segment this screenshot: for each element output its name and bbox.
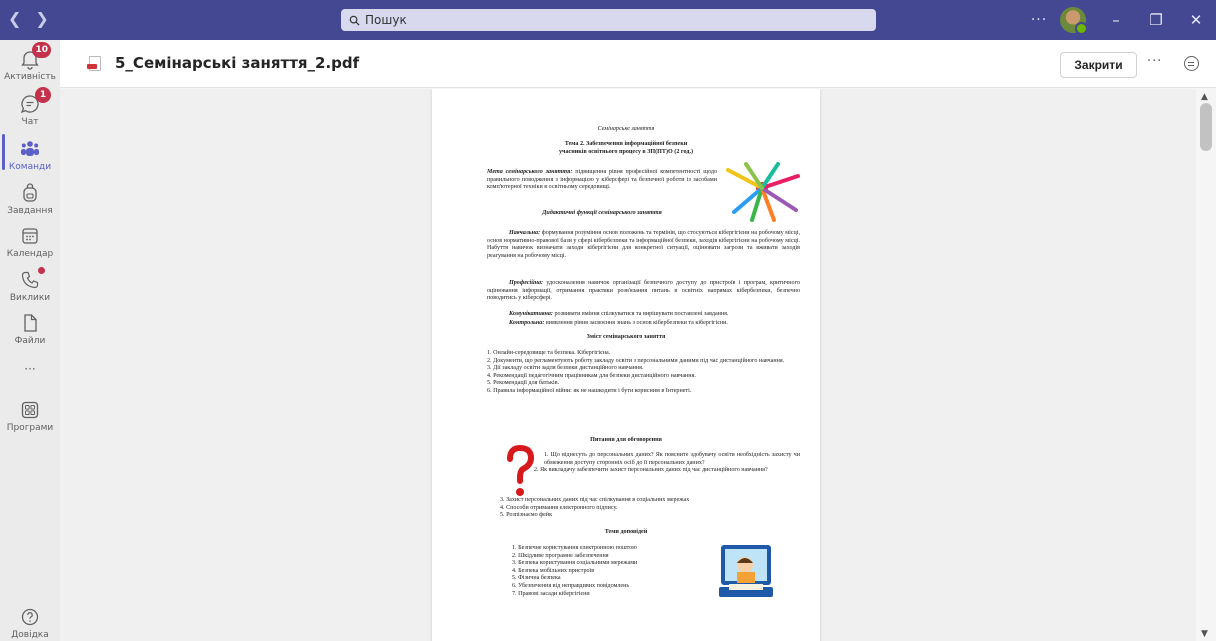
title-bar: ❮ ❯ Пошук ··· – ❐ ✕ — [0, 0, 1216, 40]
colorful-arrows-image — [726, 162, 800, 222]
questions-list: 1. Що віднесуть до персональних даних? Я… — [530, 452, 800, 475]
goal-paragraph: Мета семінарського заняття: підвищення р… — [487, 169, 717, 192]
list-item: 1. Що віднесуть до персональних даних? Я… — [544, 452, 800, 466]
rail-item-help[interactable]: Довідка — [0, 606, 60, 640]
function-text: розвивати вміння спілкуватися та вирішув… — [552, 311, 729, 317]
list-item: 7. Правові засади кібергігієни — [512, 590, 590, 597]
bell-icon: 10 — [19, 42, 51, 70]
function-label: Навчальна: — [509, 230, 541, 236]
rail-label: Активність — [4, 72, 56, 82]
rail-item-chat[interactable]: 1 Чат — [0, 87, 60, 127]
function-label: Контрольна: — [509, 320, 545, 326]
pdf-page: Семінарське заняття Тема 2. Забезпечення… — [432, 89, 820, 641]
page-title-line2: учасників освітнього процесу в ЗП(ПТ)О (… — [558, 149, 694, 155]
function-label: Комунікативна: — [509, 311, 553, 317]
function-educational: Навчальна: формування розуміння основ по… — [487, 230, 800, 260]
list-item: 5. Розпізнаємо фейк — [500, 512, 553, 519]
apps-icon — [19, 399, 41, 421]
rail-item-calendar[interactable]: Календар — [0, 225, 60, 259]
back-arrow-icon[interactable]: ❮ — [8, 9, 21, 28]
maximize-button[interactable]: ❐ — [1136, 0, 1176, 40]
function-communicative: Комунікативна: розвивати вміння спілкува… — [487, 311, 800, 319]
search-input[interactable]: Пошук — [341, 9, 876, 31]
settings-more-button[interactable]: ··· — [1022, 12, 1056, 28]
calls-indicator — [38, 267, 45, 274]
list-item: 2. Шкідливе програмне забезпечення — [512, 552, 609, 559]
pdf-file-icon — [87, 56, 101, 71]
list-item: 5. Рекомендації для батьків. — [487, 380, 560, 387]
calendar-icon — [19, 225, 41, 247]
list-item: 5. Фізична безпека — [512, 575, 561, 582]
student-at-computer-image — [719, 545, 773, 597]
file-header: 5_Семінарські заняття_2.pdf Закрити ··· — [60, 40, 1216, 88]
questions-heading: Питання для обговорення — [590, 437, 662, 443]
pdf-viewer[interactable]: Семінарське заняття Тема 2. Забезпечення… — [60, 89, 1196, 641]
page-kicker: Семінарське заняття — [597, 126, 655, 132]
rail-label: Календар — [6, 249, 54, 259]
document-scrollbar[interactable]: ▲ ▼ — [1196, 89, 1216, 641]
list-item: 2. Як викладачу забезпечити захист персо… — [534, 467, 768, 474]
rail-item-apps[interactable]: Програми — [0, 399, 60, 433]
reports-heading: Теми доповідей — [604, 529, 648, 535]
content-list: 1. Онлайн-середовище та безпека. Кібергі… — [487, 350, 800, 396]
reports-list: 1. Безпечне користування електронною пош… — [512, 545, 712, 598]
rail-item-activity[interactable]: 10 Активність — [0, 42, 60, 82]
more-options-button[interactable]: ··· — [1147, 54, 1162, 69]
function-professional: Професійна: удосконалення навичок органі… — [487, 280, 800, 303]
list-item: 1. Онлайн-середовище та безпека. Кібергі… — [487, 350, 611, 356]
search-placeholder: Пошук — [365, 13, 407, 27]
rail-label: Завдання — [7, 206, 53, 216]
scroll-up-icon[interactable]: ▲ — [1201, 92, 1208, 102]
file-icon — [19, 312, 41, 334]
conversation-icon[interactable] — [1184, 56, 1199, 71]
phone-icon — [19, 267, 45, 291]
activity-badge: 10 — [32, 42, 51, 58]
close-file-button[interactable]: Закрити — [1060, 52, 1137, 78]
goal-label: Мета семінарського заняття: — [487, 169, 573, 175]
rail-item-assignments[interactable]: Завдання — [0, 182, 60, 216]
functions-heading: Дидактичні функції семінарського заняття — [542, 210, 662, 216]
rail-label: Команди — [8, 162, 52, 172]
scroll-down-icon[interactable]: ▼ — [1201, 629, 1208, 639]
questions-list-continued: 3. Захист персональних даних під час спі… — [500, 497, 800, 520]
list-item: 6. Убезпечення від неправдивих повідомле… — [512, 582, 630, 589]
list-item: 1. Безпечне користування електронною пош… — [512, 545, 637, 551]
function-control: Контрольна: виявлення рівня засвоєння зн… — [487, 320, 800, 328]
rail-more-button[interactable]: ··· — [0, 362, 60, 376]
scroll-thumb[interactable] — [1200, 103, 1212, 151]
function-text: виявлення рівня засвоєння знань з основ … — [544, 320, 728, 326]
rail-label: Програми — [6, 423, 54, 433]
forward-arrow-icon[interactable]: ❯ — [35, 9, 48, 28]
page-title-line1: Тема 2. Забезпечення інформаційної безпе… — [564, 141, 688, 147]
backpack-icon — [19, 182, 41, 204]
help-icon — [19, 606, 41, 628]
search-icon — [349, 15, 360, 26]
rail-label: Довідка — [11, 630, 49, 640]
rail-item-files[interactable]: Файли — [0, 312, 60, 346]
rail-label: Файли — [14, 336, 46, 346]
chat-icon: 1 — [19, 87, 51, 115]
avatar[interactable] — [1060, 7, 1088, 35]
file-title: 5_Семінарські заняття_2.pdf — [115, 54, 360, 72]
content-heading: Зміст семінарського заняття — [586, 334, 666, 340]
function-label: Професійна: — [509, 280, 544, 286]
rail-label: Чат — [21, 117, 39, 127]
history-nav: ❮ ❯ — [8, 9, 49, 28]
rail-label: Виклики — [9, 293, 51, 303]
app-rail: 10 Активність 1 Чат Команди Завдання Кал… — [0, 40, 60, 641]
teams-icon — [19, 138, 41, 160]
chat-badge: 1 — [35, 87, 51, 103]
list-item: 3. Захист персональних даних під час спі… — [500, 497, 690, 503]
list-item: 3. Безпека користування соціальними мере… — [512, 560, 638, 567]
list-item: 3. Дії закладу освіти задля безпеки дист… — [487, 365, 644, 372]
rail-item-teams[interactable]: Команди — [0, 134, 60, 172]
close-window-button[interactable]: ✕ — [1176, 0, 1216, 40]
rail-item-calls[interactable]: Виклики — [0, 267, 60, 303]
minimize-button[interactable]: – — [1096, 0, 1136, 40]
list-item: 6. Правила інформаційної війни: як не на… — [487, 387, 692, 394]
